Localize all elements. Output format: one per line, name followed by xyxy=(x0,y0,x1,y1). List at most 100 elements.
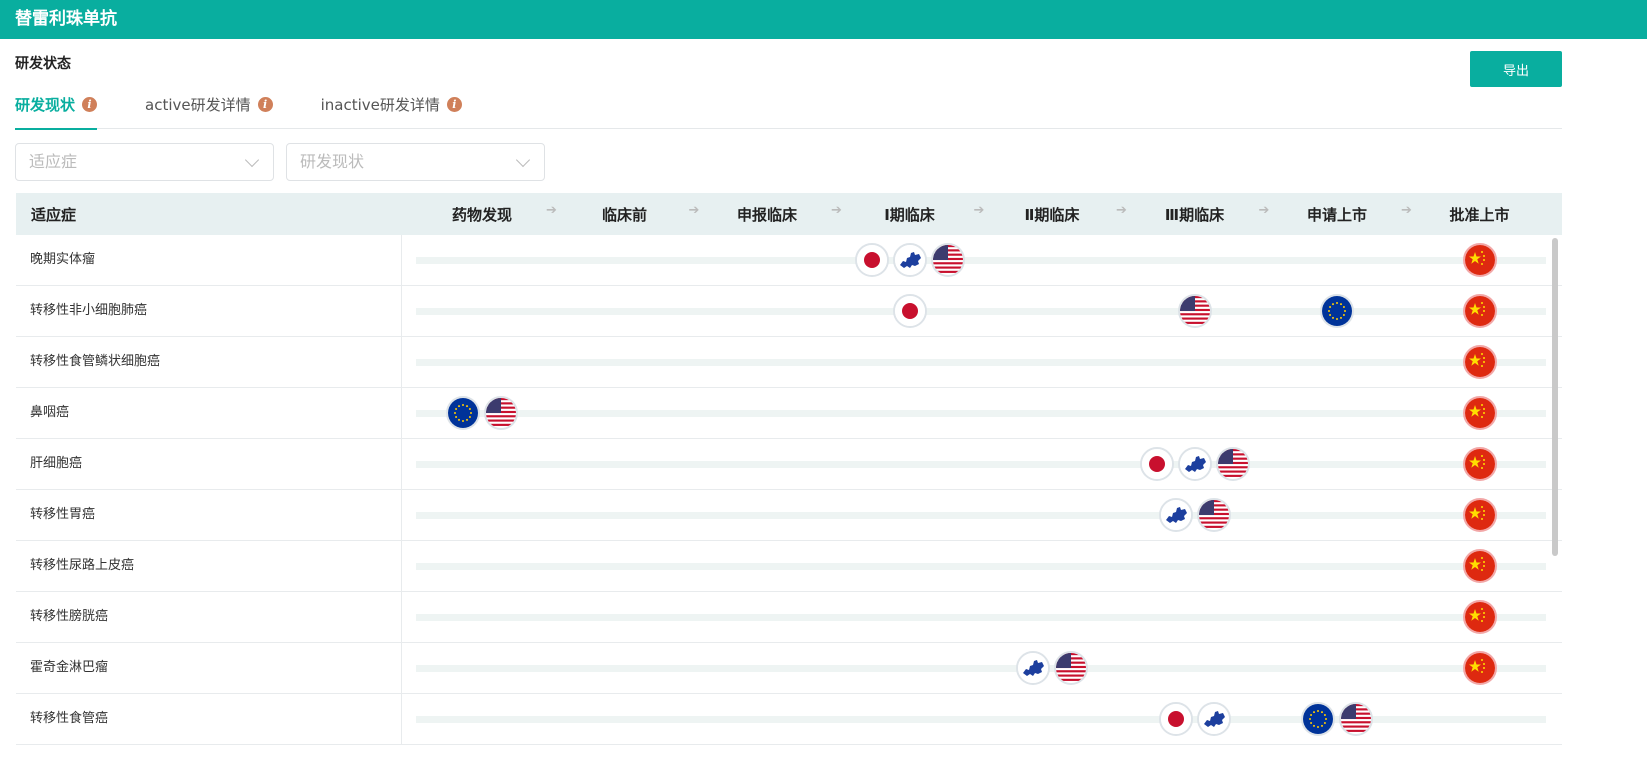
arrow-right-icon: ➔ xyxy=(1258,203,1270,218)
stage-marker-group xyxy=(1462,651,1497,685)
japan-flag-icon[interactable] xyxy=(1139,447,1174,481)
info-icon[interactable]: i xyxy=(82,97,98,112)
stage-marker-group xyxy=(1462,396,1497,430)
stage-header: Ⅱ期临床 xyxy=(1024,206,1080,224)
stage-marker-group xyxy=(1462,498,1497,532)
usa-flag-icon[interactable] xyxy=(1177,294,1212,328)
stage-marker-group xyxy=(1016,651,1088,685)
table-row: 晚期实体瘤 xyxy=(16,235,1562,286)
scrollbar[interactable] xyxy=(1552,238,1558,556)
info-icon[interactable]: i xyxy=(446,97,462,112)
stage-marker-group xyxy=(1177,294,1212,328)
indication-name[interactable]: 转移性食管鳞状细胞癌 xyxy=(16,337,402,387)
pipeline-track xyxy=(416,665,1546,672)
table-row: 转移性食管癌 xyxy=(16,694,1562,745)
pipeline-track xyxy=(416,410,1546,417)
eu-flag-icon[interactable] xyxy=(1301,702,1335,736)
stage-marker-group xyxy=(854,243,965,277)
stage-marker-group xyxy=(1158,498,1231,532)
china-flag-icon[interactable] xyxy=(1462,651,1497,685)
table-row: 转移性食管鳞状细胞癌 xyxy=(16,337,1562,388)
stage-header: 药物发现 xyxy=(451,206,513,224)
table-row: 转移性尿路上皮癌 xyxy=(16,541,1562,592)
stage-marker-group xyxy=(1462,549,1497,583)
usa-flag-icon[interactable] xyxy=(930,243,965,277)
tab-1[interactable]: active研发详情 i xyxy=(145,94,273,129)
stage-marker-group xyxy=(892,294,927,328)
pipeline-track xyxy=(416,359,1546,366)
arrow-right-icon: ➔ xyxy=(973,203,985,218)
europe-map-icon[interactable] xyxy=(1177,447,1212,481)
china-flag-icon[interactable] xyxy=(1462,600,1497,634)
usa-flag-icon[interactable] xyxy=(1054,651,1088,685)
indication-name[interactable]: 鼻咽癌 xyxy=(16,388,402,438)
arrow-right-icon: ➔ xyxy=(831,203,842,218)
pipeline-track xyxy=(416,716,1546,723)
export-button[interactable]: 导出 xyxy=(1470,51,1562,87)
table-row: 转移性膀胱癌 xyxy=(16,592,1562,643)
table-row: 肝细胞癌 xyxy=(16,439,1562,490)
table-row: 转移性非小细胞肺癌 xyxy=(16,286,1562,337)
eu-flag-icon[interactable] xyxy=(1320,294,1354,328)
china-flag-icon[interactable] xyxy=(1462,396,1497,430)
indication-name[interactable]: 转移性非小细胞肺癌 xyxy=(16,286,402,336)
pipeline-track xyxy=(416,512,1546,519)
usa-flag-icon[interactable] xyxy=(484,396,518,430)
tab-label: active研发详情 xyxy=(145,96,251,114)
table-row: 霍奇金淋巴瘤 xyxy=(16,643,1562,694)
usa-flag-icon[interactable] xyxy=(1215,447,1250,481)
indication-name[interactable]: 转移性胃癌 xyxy=(16,490,402,540)
indication-select-placeholder: 适应症 xyxy=(29,152,78,171)
pipeline-track xyxy=(416,461,1546,468)
eu-flag-icon[interactable] xyxy=(446,396,480,430)
indication-name[interactable]: 转移性尿路上皮癌 xyxy=(16,541,402,591)
japan-flag-icon[interactable] xyxy=(1158,702,1193,736)
china-flag-icon[interactable] xyxy=(1462,498,1497,532)
chevron-down-icon xyxy=(515,152,531,168)
europe-map-icon[interactable] xyxy=(1016,651,1050,685)
tab-bar: 研发现状 i active研发详情 i inactive研发详情 i xyxy=(15,94,1562,130)
table-row: 鼻咽癌 xyxy=(16,388,1562,439)
stage-marker-group xyxy=(446,396,518,430)
stage-header: 批准上市 xyxy=(1449,206,1510,224)
arrow-right-icon: ➔ xyxy=(688,203,700,218)
status-select[interactable]: 研发现状 xyxy=(286,143,545,181)
china-flag-icon[interactable] xyxy=(1462,294,1497,328)
section-title: 研发状态 xyxy=(15,56,71,72)
stage-header: 临床前 xyxy=(601,206,648,224)
indication-name[interactable]: 转移性膀胱癌 xyxy=(16,592,402,642)
europe-map-icon[interactable] xyxy=(1158,498,1193,532)
status-select-placeholder: 研发现状 xyxy=(300,152,365,171)
indication-name[interactable]: 肝细胞癌 xyxy=(16,439,402,489)
arrow-right-icon: ➔ xyxy=(1116,203,1127,218)
tab-label: 研发现状 xyxy=(15,96,76,114)
stage-marker-group xyxy=(1462,294,1497,328)
usa-flag-icon[interactable] xyxy=(1196,498,1231,532)
stage-header: 申报临床 xyxy=(736,206,798,224)
europe-map-icon[interactable] xyxy=(1196,702,1231,736)
japan-flag-icon[interactable] xyxy=(854,243,889,277)
stage-marker-group xyxy=(1462,600,1497,634)
pipeline-track xyxy=(416,614,1546,621)
table-row: 转移性胃癌 xyxy=(16,490,1562,541)
indication-name[interactable]: 霍奇金淋巴瘤 xyxy=(16,643,402,693)
china-flag-icon[interactable] xyxy=(1462,345,1497,379)
app-title: 替雷利珠单抗 xyxy=(15,9,117,29)
china-flag-icon[interactable] xyxy=(1462,549,1497,583)
china-flag-icon[interactable] xyxy=(1462,243,1497,277)
tab-2[interactable]: inactive研发详情 i xyxy=(321,94,462,129)
stage-marker-group xyxy=(1462,447,1497,481)
chevron-down-icon xyxy=(244,152,260,168)
tab-0[interactable]: 研发现状 i xyxy=(15,94,98,130)
indication-name[interactable]: 晚期实体瘤 xyxy=(16,235,402,285)
indication-name[interactable]: 转移性食管癌 xyxy=(16,694,402,744)
pipeline-track xyxy=(416,563,1546,570)
stage-marker-group xyxy=(1320,294,1354,328)
indication-select[interactable]: 适应症 xyxy=(15,143,274,181)
info-icon[interactable]: i xyxy=(257,97,273,112)
usa-flag-icon[interactable] xyxy=(1339,702,1373,736)
stage-marker-group xyxy=(1139,447,1250,481)
china-flag-icon[interactable] xyxy=(1462,447,1497,481)
europe-map-icon[interactable] xyxy=(892,243,927,277)
japan-flag-icon[interactable] xyxy=(892,294,927,328)
